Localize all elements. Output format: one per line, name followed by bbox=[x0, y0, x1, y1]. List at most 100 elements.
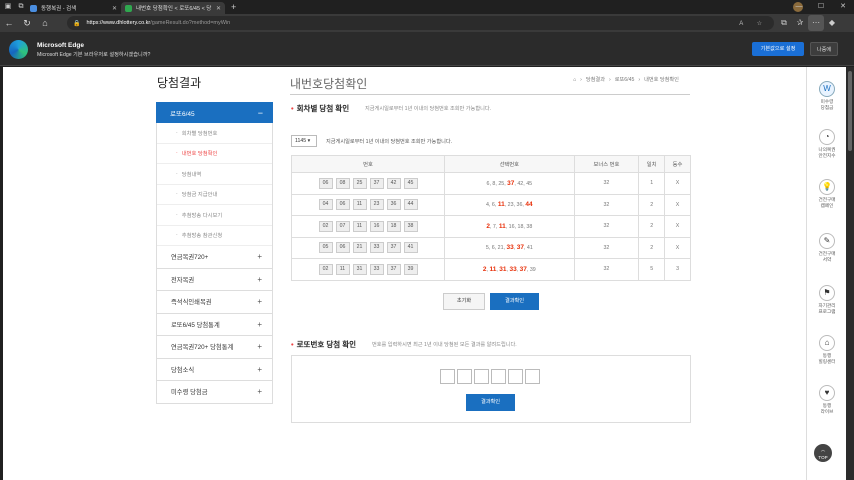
number-input-4[interactable] bbox=[491, 369, 506, 384]
rail-icon: W bbox=[819, 81, 835, 97]
match-cell: 5 bbox=[638, 258, 666, 281]
number-box: 41 bbox=[403, 242, 418, 254]
rank-cell: X bbox=[664, 215, 691, 238]
plus-icon: + bbox=[257, 342, 262, 352]
number-box: 07 bbox=[335, 220, 350, 232]
rail-item[interactable]: ♥ 동행 라이브 bbox=[807, 385, 847, 415]
number-box: 18 bbox=[386, 220, 401, 232]
sidebar-item[interactable]: 즉석식인쇄복권 + bbox=[156, 291, 273, 314]
rail-item[interactable]: ⚑ 자기관리 프로그램 bbox=[807, 285, 847, 315]
sidebar-menu: 연금복권720+ + 전자복권 + 즉석식인쇄복권 + 로또6/45 당첨통계 + 연금복권72… bbox=[156, 246, 273, 404]
scrollbar-thumb[interactable] bbox=[848, 71, 852, 151]
breadcrumb: ⌂ › 당첨결과 › 로또6/45 › 내번호 당첨확인 bbox=[573, 76, 679, 84]
number-input-5[interactable] bbox=[508, 369, 523, 384]
sidebar-item[interactable]: 연금복권720+ + bbox=[156, 246, 273, 269]
top-label: TOP bbox=[818, 455, 828, 460]
picked-number: 37 bbox=[516, 244, 524, 252]
picked-number: 11 bbox=[489, 265, 497, 273]
number-input-2[interactable] bbox=[457, 369, 472, 384]
number-box: 02 bbox=[318, 263, 333, 275]
chevron-up-icon: ︿ bbox=[820, 447, 826, 452]
more-icon[interactable]: ⋯ bbox=[808, 15, 824, 31]
side-title: 당첨결과 bbox=[157, 76, 202, 90]
rank-cell: X bbox=[664, 193, 691, 216]
sidebar-subitem[interactable]: · 추첨방송 다시보기 bbox=[157, 205, 272, 226]
set-default-button[interactable]: 기본값으로 설정 bbox=[752, 42, 804, 56]
picked-number: 36 bbox=[516, 202, 523, 209]
number-input-1[interactable] bbox=[440, 369, 455, 384]
breadcrumb-item[interactable]: 내번호 당첨확인 bbox=[644, 76, 679, 83]
lock-icon[interactable]: 🔒 bbox=[73, 20, 80, 27]
picked-number: 37 bbox=[507, 179, 515, 187]
sidebar-item[interactable]: 로또6/45 당첨통계 + bbox=[156, 313, 273, 336]
sidebar-subitem[interactable]: · 내번호 당첨확인 bbox=[157, 144, 272, 164]
later-button[interactable]: 나중에 bbox=[810, 42, 838, 56]
picked-number: 11 bbox=[497, 201, 505, 209]
sidebar-item-label: 로또6/45 bbox=[170, 110, 195, 118]
breadcrumb-item[interactable]: 로또6/45 bbox=[615, 76, 635, 83]
browser-tab-search[interactable]: 동행복권 - 검색 ✕ bbox=[26, 2, 121, 14]
number-box: 11 bbox=[352, 220, 367, 232]
picked-number: 44 bbox=[525, 201, 533, 209]
bonus-cell: 32 bbox=[573, 193, 640, 216]
rail-item[interactable]: ✎ 건전구매 서약 bbox=[807, 233, 847, 263]
sidebar-subitem[interactable]: · 당첨내역 bbox=[157, 164, 272, 185]
sidebar-item[interactable]: 전자복권 + bbox=[156, 268, 273, 291]
rail-item[interactable]: ⌂ 동행 힐링센터 bbox=[807, 335, 847, 365]
numbers-cell: 05 06 21 33 37 41 bbox=[291, 236, 445, 259]
bonus-cell: 32 bbox=[573, 172, 640, 195]
extensions-icon[interactable]: ⧉ bbox=[776, 15, 792, 31]
sidebar-item[interactable]: 연금복권720+ 당첨통계 + bbox=[156, 336, 273, 359]
copilot-icon[interactable]: ◆ bbox=[824, 15, 840, 31]
maximize-icon[interactable]: ☐ bbox=[810, 0, 832, 14]
match-cell: 1 bbox=[638, 172, 666, 195]
tab-actions-icon[interactable]: ⧉ bbox=[16, 2, 26, 12]
browser-tab-active[interactable]: 내번호 당첨확인 < 로또6/45 < 당 ✕ bbox=[121, 2, 225, 14]
scrollbar[interactable] bbox=[846, 67, 854, 480]
url-input[interactable]: 🔒 https://www.dhlottery.co.kr /gameResul… bbox=[67, 16, 774, 30]
picked-number: 21 bbox=[497, 245, 504, 252]
refresh-icon[interactable]: ↻ bbox=[18, 18, 36, 29]
page-title: 내번호당첨확인 bbox=[290, 77, 368, 91]
number-input-3[interactable] bbox=[474, 369, 489, 384]
check-number-button[interactable]: 결과확인 bbox=[466, 394, 515, 411]
sidebar-subitem[interactable]: · 당첨금 지급안내 bbox=[157, 185, 272, 205]
sidebar-item-lotto645[interactable]: 로또6/45 − bbox=[156, 102, 273, 123]
read-aloud-favorite-icons[interactable]: A ☆ bbox=[739, 20, 768, 27]
rail-item[interactable]: 💡 건전구매 캠페인 bbox=[807, 179, 847, 209]
rail-icon: ◔ bbox=[819, 129, 835, 145]
minimize-icon[interactable]: — bbox=[788, 0, 810, 14]
sidebar-subitem[interactable]: · 회차별 당첨번호 bbox=[157, 123, 272, 144]
home-icon[interactable]: ⌂ bbox=[36, 18, 54, 28]
close-icon[interactable]: ✕ bbox=[216, 5, 221, 12]
plus-icon: + bbox=[257, 387, 262, 397]
close-icon[interactable]: ✕ bbox=[112, 5, 117, 12]
numbers-cell: 06 08 25 37 42 45 bbox=[291, 172, 445, 195]
number-box: 39 bbox=[403, 263, 418, 275]
breadcrumb-item[interactable]: 당첨결과 bbox=[586, 76, 605, 83]
rail-item[interactable]: ◔ 나의복권 안전지수 bbox=[807, 129, 847, 159]
number-box: 33 bbox=[369, 263, 384, 275]
picked-number: 16 bbox=[508, 223, 515, 230]
picked-number: 33 bbox=[506, 244, 514, 252]
picked-number: 33 bbox=[509, 265, 517, 273]
new-tab-icon[interactable]: + bbox=[231, 2, 236, 12]
reset-button[interactable]: 초기화 bbox=[443, 293, 485, 310]
back-icon[interactable]: ← bbox=[0, 18, 18, 28]
favorites-icon[interactable]: ✰ bbox=[792, 15, 808, 31]
home-icon[interactable]: ⌂ bbox=[573, 77, 576, 83]
picked-number: 8 bbox=[492, 180, 496, 187]
rail-item[interactable]: W 미수령 당첨금 bbox=[807, 81, 847, 111]
check-result-button[interactable]: 결과확인 bbox=[490, 293, 539, 310]
sidebar-subitem[interactable]: · 추첨방송 참관신청 bbox=[157, 226, 272, 246]
sidebar-item[interactable]: 미수령 당첨금 + bbox=[156, 381, 273, 404]
table-row: 06 08 25 37 42 45 6, 8, 25, 37, 42, 45 32 1 X bbox=[291, 172, 691, 195]
round-select[interactable]: 1145 ▾ bbox=[291, 135, 317, 147]
sidebar-item[interactable]: 당첨소식 + bbox=[156, 358, 273, 381]
col-header-numbers: 번호 bbox=[291, 155, 445, 173]
close-window-icon[interactable]: ✕ bbox=[832, 0, 854, 14]
workspaces-icon[interactable]: ▣ bbox=[3, 2, 13, 12]
picked-number: 23 bbox=[507, 202, 514, 209]
scroll-top-button[interactable]: ︿ TOP bbox=[814, 444, 832, 462]
number-input-6[interactable] bbox=[525, 369, 540, 384]
